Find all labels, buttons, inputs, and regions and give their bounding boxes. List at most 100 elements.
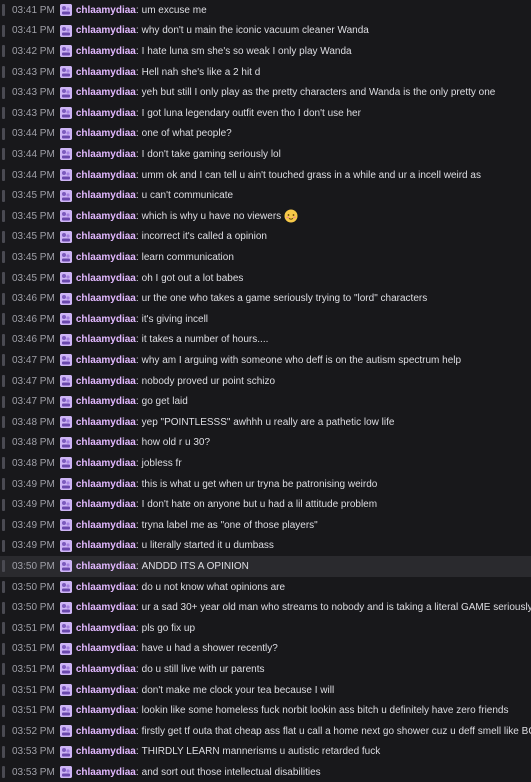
subscriber-badge-icon[interactable] [59,169,72,182]
chat-message[interactable]: 03:51 PM chlaamydiaa: lookin like some hom… [0,700,531,721]
chat-username[interactable]: chlaamydiaa [76,67,136,78]
subscriber-badge-icon[interactable] [59,148,72,161]
chat-username[interactable]: chlaamydiaa [76,211,136,222]
subscriber-badge-icon[interactable] [59,478,72,491]
chat-message[interactable]: 03:46 PM chlaamydiaa: ur the one who takes… [0,288,531,309]
chat-username[interactable]: chlaamydiaa [76,417,136,428]
chat-username[interactable]: chlaamydiaa [76,479,136,490]
chat-username[interactable]: chlaamydiaa [76,334,136,345]
chat-message[interactable]: 03:44 PM chlaamydiaa: one of what people? [0,124,531,145]
chat-username[interactable]: chlaamydiaa [76,458,136,469]
chat-username[interactable]: chlaamydiaa [76,231,136,242]
subscriber-badge-icon[interactable] [59,127,72,140]
subscriber-badge-icon[interactable] [59,375,72,388]
chat-username[interactable]: chlaamydiaa [76,46,136,57]
chat-username[interactable]: chlaamydiaa [76,128,136,139]
subscriber-badge-icon[interactable] [59,292,72,305]
subscriber-badge-icon[interactable] [59,86,72,99]
chat-username[interactable]: chlaamydiaa [76,705,136,716]
chat-message[interactable]: 03:49 PM chlaamydiaa: I don't hate on anyo… [0,494,531,515]
chat-username[interactable]: chlaamydiaa [76,602,136,613]
subscriber-badge-icon[interactable] [59,395,72,408]
subscriber-badge-icon[interactable] [59,313,72,326]
subscriber-badge-icon[interactable] [59,498,72,511]
chat-username[interactable]: chlaamydiaa [76,561,136,572]
chat-username[interactable]: chlaamydiaa [76,520,136,531]
chat-username[interactable]: chlaamydiaa [76,314,136,325]
chat-username[interactable]: chlaamydiaa [76,355,136,366]
subscriber-badge-icon[interactable] [59,66,72,79]
subscriber-badge-icon[interactable] [59,684,72,697]
chat-message[interactable]: 03:51 PM chlaamydiaa: don't make me clock … [0,680,531,701]
subscriber-badge-icon[interactable] [59,354,72,367]
chat-message[interactable]: 03:46 PM chlaamydiaa: it's giving incell [0,309,531,330]
chat-message[interactable]: 03:45 PM chlaamydiaa: learn communication [0,247,531,268]
chat-message[interactable]: 03:52 PM chlaamydiaa: firstly get tf outa … [0,721,531,742]
chat-message[interactable]: 03:48 PM chlaamydiaa: jobless fr [0,453,531,474]
chat-message[interactable]: 03:50 PM chlaamydiaa: ur a sad 30+ year ol… [0,597,531,618]
subscriber-badge-icon[interactable] [59,210,72,223]
chat-message[interactable]: 03:44 PM chlaamydiaa: I don't take gaming … [0,144,531,165]
chat-username[interactable]: chlaamydiaa [76,273,136,284]
subscriber-badge-icon[interactable] [59,189,72,202]
chat-message[interactable]: 03:49 PM chlaamydiaa: u literally started … [0,536,531,557]
chat-username[interactable]: chlaamydiaa [76,170,136,181]
subscriber-badge-icon[interactable] [59,601,72,614]
subscriber-badge-icon[interactable] [59,45,72,58]
chat-message[interactable]: 03:48 PM chlaamydiaa: how old r u 30? [0,433,531,454]
chat-message[interactable]: 03:53 PM chlaamydiaa: and sort out those i… [0,762,531,782]
subscriber-badge-icon[interactable] [59,4,72,17]
subscriber-badge-icon[interactable] [59,704,72,717]
subscriber-badge-icon[interactable] [59,230,72,243]
chat-username[interactable]: chlaamydiaa [76,108,136,119]
chat-username[interactable]: chlaamydiaa [76,664,136,675]
chat-username[interactable]: chlaamydiaa [76,623,136,634]
chat-message[interactable]: 03:42 PM chlaamydiaa: I hate luna sm she's… [0,41,531,62]
chat-username[interactable]: chlaamydiaa [76,149,136,160]
chat-message[interactable]: 03:41 PM chlaamydiaa: um excuse me [0,0,531,21]
chat-message[interactable]: 03:45 PM chlaamydiaa: oh I got out a lot b… [0,268,531,289]
chat-username[interactable]: chlaamydiaa [76,376,136,387]
chat-username[interactable]: chlaamydiaa [76,726,136,737]
chat-username[interactable]: chlaamydiaa [76,499,136,510]
subscriber-badge-icon[interactable] [59,642,72,655]
chat-message[interactable]: 03:45 PM chlaamydiaa: which is why u have … [0,206,531,227]
subscriber-badge-icon[interactable] [59,272,72,285]
chat-username[interactable]: chlaamydiaa [76,25,136,36]
chat-username[interactable]: chlaamydiaa [76,396,136,407]
chat-username[interactable]: chlaamydiaa [76,540,136,551]
chat-message[interactable]: 03:47 PM chlaamydiaa: nobody proved ur poi… [0,371,531,392]
chat-username[interactable]: chlaamydiaa [76,746,136,757]
chat-message[interactable]: 03:43 PM chlaamydiaa: Hell nah she's like … [0,62,531,83]
chat-message[interactable]: 03:49 PM chlaamydiaa: tryna label me as "o… [0,515,531,536]
subscriber-badge-icon[interactable] [59,457,72,470]
chat-message[interactable]: 03:43 PM chlaamydiaa: I got luna legendary… [0,103,531,124]
subscriber-badge-icon[interactable] [59,436,72,449]
chat-message[interactable]: 03:45 PM chlaamydiaa: u can't communicate [0,185,531,206]
chat-message[interactable]: 03:51 PM chlaamydiaa: do u still live with… [0,659,531,680]
chat-message[interactable]: 03:50 PM chlaamydiaa: do u not know what o… [0,577,531,598]
subscriber-badge-icon[interactable] [59,251,72,264]
subscriber-badge-icon[interactable] [59,766,72,779]
chat-message[interactable]: 03:48 PM chlaamydiaa: yep "POINTLESSS" awh… [0,412,531,433]
chat-username[interactable]: chlaamydiaa [76,685,136,696]
subscriber-badge-icon[interactable] [59,539,72,552]
chat-message[interactable]: 03:51 PM chlaamydiaa: have u had a shower … [0,639,531,660]
chat-username[interactable]: chlaamydiaa [76,437,136,448]
subscriber-badge-icon[interactable] [59,107,72,120]
chat-message[interactable]: 03:47 PM chlaamydiaa: go get laid [0,391,531,412]
chat-message[interactable]: 03:50 PM chlaamydiaa: ANDDD ITS A OPINION [0,556,531,577]
subscriber-badge-icon[interactable] [59,416,72,429]
subscriber-badge-icon[interactable] [59,663,72,676]
chat-username[interactable]: chlaamydiaa [76,5,136,16]
chat-message[interactable]: 03:43 PM chlaamydiaa: yeh but still I only… [0,82,531,103]
chat-username[interactable]: chlaamydiaa [76,252,136,263]
subscriber-badge-icon[interactable] [59,333,72,346]
chat-message[interactable]: 03:51 PM chlaamydiaa: pls go fix up [0,618,531,639]
chat-message[interactable]: 03:53 PM chlaamydiaa: THIRDLY LEARN manner… [0,742,531,763]
chat-message[interactable]: 03:46 PM chlaamydiaa: it takes a number of… [0,330,531,351]
blushing-face-emoji[interactable] [284,209,298,223]
chat-message[interactable]: 03:44 PM chlaamydiaa: umm ok and I can tel… [0,165,531,186]
chat-username[interactable]: chlaamydiaa [76,87,136,98]
subscriber-badge-icon[interactable] [59,24,72,37]
